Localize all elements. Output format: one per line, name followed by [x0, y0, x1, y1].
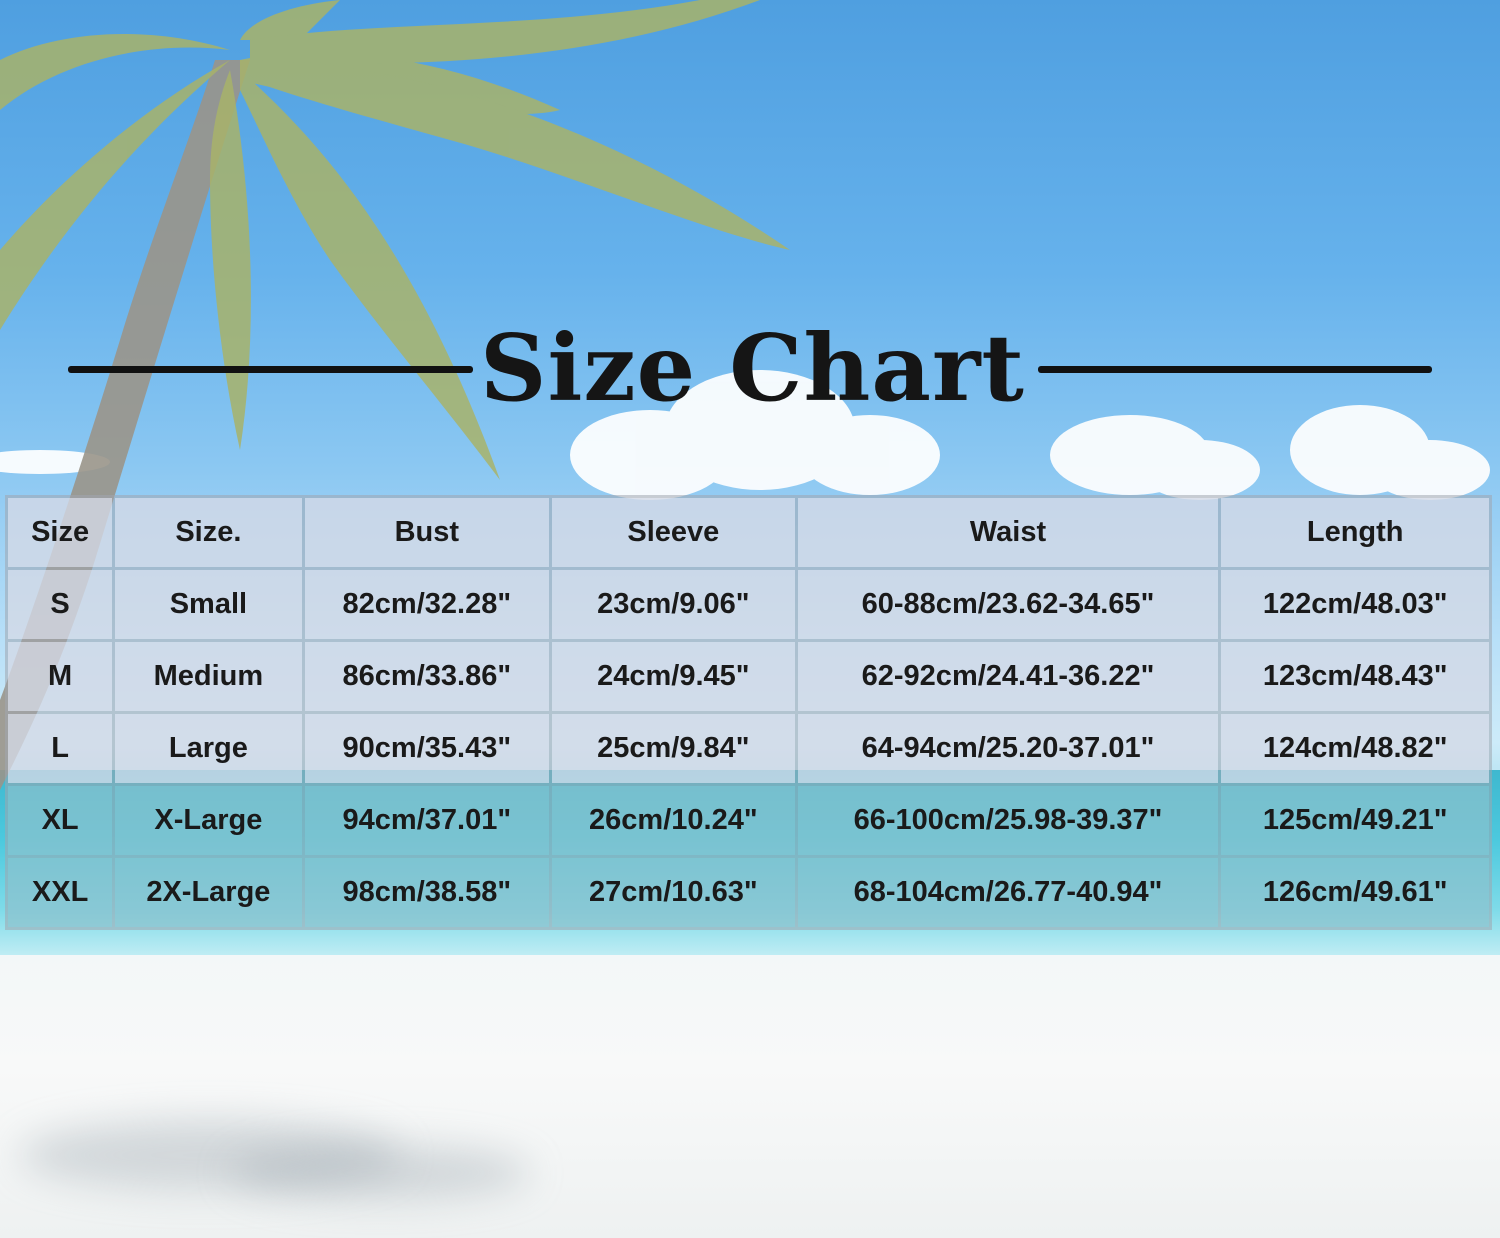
cell-size: S	[8, 570, 113, 639]
cell-length: 126cm/49.61"	[1221, 858, 1489, 927]
table-row: XXL 2X-Large 98cm/38.58" 27cm/10.63" 68-…	[8, 858, 1489, 927]
cell-size: L	[8, 714, 113, 783]
cell-size-name: Medium	[115, 642, 302, 711]
cell-size-name: X-Large	[115, 786, 302, 855]
table-row: XL X-Large 94cm/37.01" 26cm/10.24" 66-10…	[8, 786, 1489, 855]
cell-bust: 82cm/32.28"	[304, 570, 550, 639]
cell-waist: 60-88cm/23.62-34.65"	[797, 570, 1219, 639]
header-size: Size	[8, 498, 113, 567]
cell-size-name: Large	[115, 714, 302, 783]
table-header-row: Size Size. Bust Sleeve Waist Length	[8, 498, 1489, 567]
cell-bust: 98cm/38.58"	[304, 858, 550, 927]
page-title: Size Chart	[480, 314, 1025, 422]
title-rule-right	[1038, 366, 1432, 373]
cell-bust: 90cm/35.43"	[304, 714, 550, 783]
cell-bust: 94cm/37.01"	[304, 786, 550, 855]
cell-sleeve: 23cm/9.06"	[552, 570, 795, 639]
title-rule-left	[68, 366, 473, 373]
cell-sleeve: 27cm/10.63"	[552, 858, 795, 927]
cell-length: 125cm/49.21"	[1221, 786, 1489, 855]
size-table: Size Size. Bust Sleeve Waist Length S Sm…	[5, 495, 1492, 930]
header-bust: Bust	[304, 498, 550, 567]
table-row: L Large 90cm/35.43" 25cm/9.84" 64-94cm/2…	[8, 714, 1489, 783]
cell-size-name: 2X-Large	[115, 858, 302, 927]
cell-sleeve: 24cm/9.45"	[552, 642, 795, 711]
table-row: S Small 82cm/32.28" 23cm/9.06" 60-88cm/2…	[8, 570, 1489, 639]
header-size-name: Size.	[115, 498, 302, 567]
cell-sleeve: 25cm/9.84"	[552, 714, 795, 783]
header-length: Length	[1221, 498, 1489, 567]
table-row: M Medium 86cm/33.86" 24cm/9.45" 62-92cm/…	[8, 642, 1489, 711]
cell-size: XL	[8, 786, 113, 855]
cell-waist: 62-92cm/24.41-36.22"	[797, 642, 1219, 711]
cell-size: XXL	[8, 858, 113, 927]
cell-waist: 64-94cm/25.20-37.01"	[797, 714, 1219, 783]
cell-length: 122cm/48.03"	[1221, 570, 1489, 639]
header-waist: Waist	[797, 498, 1219, 567]
cell-waist: 68-104cm/26.77-40.94"	[797, 858, 1219, 927]
header-sleeve: Sleeve	[552, 498, 795, 567]
cell-sleeve: 26cm/10.24"	[552, 786, 795, 855]
cell-length: 123cm/48.43"	[1221, 642, 1489, 711]
cell-size: M	[8, 642, 113, 711]
cell-bust: 86cm/33.86"	[304, 642, 550, 711]
cell-size-name: Small	[115, 570, 302, 639]
cell-waist: 66-100cm/25.98-39.37"	[797, 786, 1219, 855]
cell-length: 124cm/48.82"	[1221, 714, 1489, 783]
